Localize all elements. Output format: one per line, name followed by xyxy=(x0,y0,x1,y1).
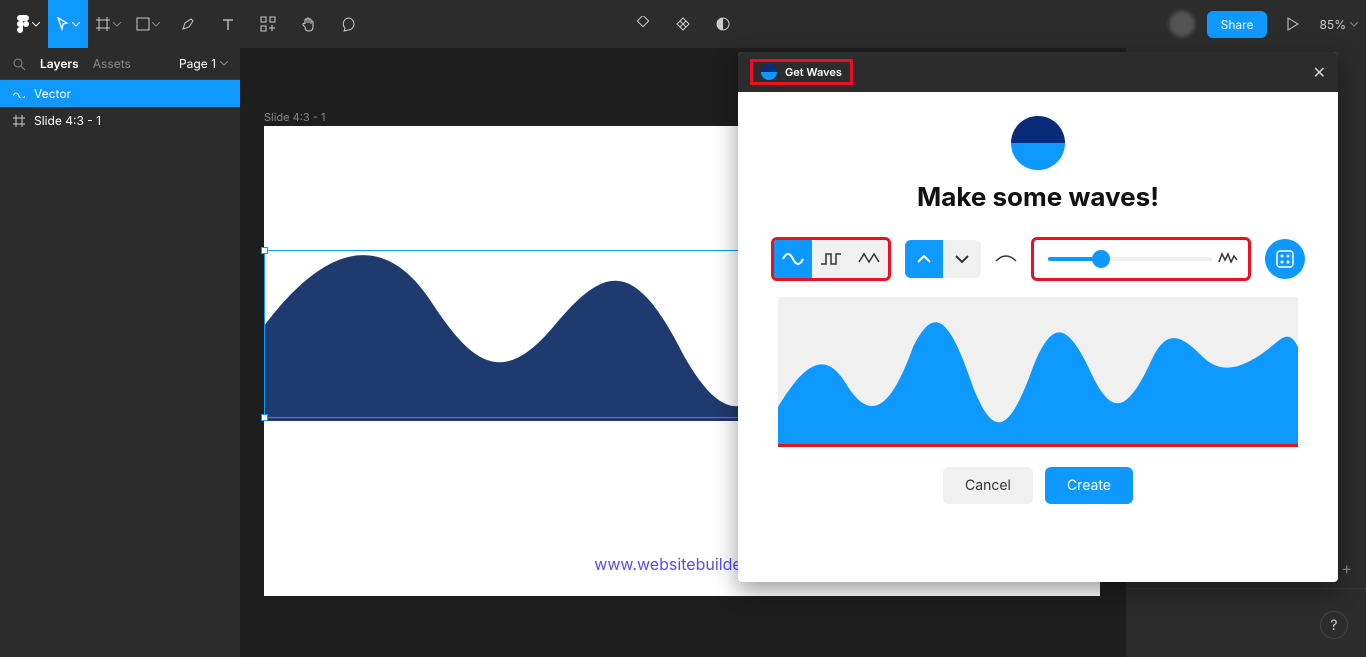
frame-icon xyxy=(12,115,26,127)
resources-button[interactable] xyxy=(248,0,288,48)
chevron-up-icon xyxy=(917,254,931,264)
plugin-logo-large xyxy=(1011,116,1065,170)
hand-tool-button[interactable] xyxy=(288,0,328,48)
wave-high-icon xyxy=(1218,252,1240,266)
preview-highlight-line xyxy=(778,444,1298,447)
complexity-slider[interactable] xyxy=(1048,257,1212,261)
chevron-down-icon xyxy=(955,254,969,264)
resources-icon xyxy=(260,16,276,32)
mask-icon xyxy=(675,16,691,32)
wave-direction-down[interactable] xyxy=(943,240,981,278)
plugin-actions: Cancel Create xyxy=(762,467,1314,504)
zoom-value: 85% xyxy=(1319,17,1346,32)
move-tool-button[interactable] xyxy=(48,0,88,48)
frame-label[interactable]: Slide 4:3 - 1 xyxy=(264,110,325,124)
wave-low-icon xyxy=(995,253,1017,265)
comment-tool-button[interactable] xyxy=(328,0,368,48)
cursor-icon xyxy=(56,17,70,31)
hand-icon xyxy=(300,16,316,32)
layer-label: Vector xyxy=(34,86,71,101)
text-icon xyxy=(221,17,235,31)
pen-tool-button[interactable] xyxy=(168,0,208,48)
page-selector[interactable]: Page 1 xyxy=(179,56,228,71)
chevron-down-icon xyxy=(72,22,80,27)
text-tool-button[interactable] xyxy=(208,0,248,48)
square-icon xyxy=(820,252,842,266)
chevron-down-icon xyxy=(113,22,121,27)
complexity-slider-wrap xyxy=(1031,237,1251,281)
figma-logo-icon xyxy=(16,14,30,34)
vector-icon xyxy=(12,90,26,98)
panel-tabs: Layers Assets Page 1 xyxy=(0,48,240,80)
resize-handle-tl[interactable] xyxy=(261,247,268,254)
toolbar-left xyxy=(8,0,368,48)
plugin-header[interactable]: Get Waves ✕ xyxy=(738,52,1338,92)
share-button[interactable]: Share xyxy=(1207,11,1268,38)
chevron-down-icon xyxy=(220,61,228,66)
rectangle-icon xyxy=(136,17,150,31)
plugin-body: Make some waves! xyxy=(738,92,1338,528)
peak-icon xyxy=(858,252,880,266)
comment-icon xyxy=(340,16,356,32)
tab-layers[interactable]: Layers xyxy=(40,56,79,71)
wave-type-group xyxy=(771,237,891,281)
mask-button[interactable] xyxy=(663,0,703,48)
chevron-down-icon xyxy=(32,22,40,27)
component-icon xyxy=(635,16,651,32)
boolean-button[interactable] xyxy=(703,0,743,48)
wave-type-peak[interactable] xyxy=(850,240,888,278)
plugin-logo-icon xyxy=(761,64,777,80)
cancel-button[interactable]: Cancel xyxy=(943,467,1033,504)
layers-panel: Layers Assets Page 1 Vector Slide 4:3 - … xyxy=(0,48,240,657)
close-button[interactable]: ✕ xyxy=(1313,62,1326,82)
chevron-down-icon xyxy=(152,22,160,27)
plugin-name: Get Waves xyxy=(785,65,842,79)
user-avatar[interactable] xyxy=(1169,11,1195,37)
present-button[interactable] xyxy=(1279,0,1307,48)
help-button[interactable]: ? xyxy=(1320,611,1348,639)
randomize-button[interactable] xyxy=(1265,239,1305,279)
layer-frame[interactable]: Slide 4:3 - 1 xyxy=(0,107,240,134)
search-icon[interactable] xyxy=(12,57,26,71)
create-button[interactable]: Create xyxy=(1045,467,1133,504)
resize-handle-bl[interactable] xyxy=(261,414,268,421)
play-icon xyxy=(1287,17,1299,31)
plugin-heading: Make some waves! xyxy=(762,182,1314,213)
main-toolbar: Share 85% xyxy=(0,0,1366,48)
plugin-controls xyxy=(762,237,1314,281)
layer-vector[interactable]: Vector xyxy=(0,80,240,107)
plugin-title-highlight: Get Waves xyxy=(750,59,853,85)
chevron-down-icon xyxy=(1350,22,1358,27)
wave-direction-up[interactable] xyxy=(905,240,943,278)
figma-menu-button[interactable] xyxy=(8,0,48,48)
wave-preview xyxy=(778,297,1298,447)
pen-icon xyxy=(180,16,196,32)
zoom-select[interactable]: 85% xyxy=(1319,17,1358,32)
slider-thumb[interactable] xyxy=(1092,250,1110,268)
frame-icon xyxy=(95,16,111,32)
layer-label: Slide 4:3 - 1 xyxy=(34,113,101,128)
frame-tool-button[interactable] xyxy=(88,0,128,48)
wave-type-smooth[interactable] xyxy=(774,240,812,278)
preview-wave xyxy=(778,297,1298,447)
plugin-dialog: Get Waves ✕ Make some waves! xyxy=(738,52,1338,582)
wave-direction-group xyxy=(905,240,981,278)
plus-icon[interactable]: + xyxy=(1341,558,1352,578)
wave-type-square[interactable] xyxy=(812,240,850,278)
dice-icon xyxy=(1275,249,1295,269)
toolbar-center xyxy=(623,0,743,48)
boolean-icon xyxy=(715,16,731,32)
tab-assets[interactable]: Assets xyxy=(93,56,131,71)
toolbar-right: Share 85% xyxy=(1169,0,1358,48)
sine-icon xyxy=(782,252,804,266)
component-button[interactable] xyxy=(623,0,663,48)
shape-tool-button[interactable] xyxy=(128,0,168,48)
